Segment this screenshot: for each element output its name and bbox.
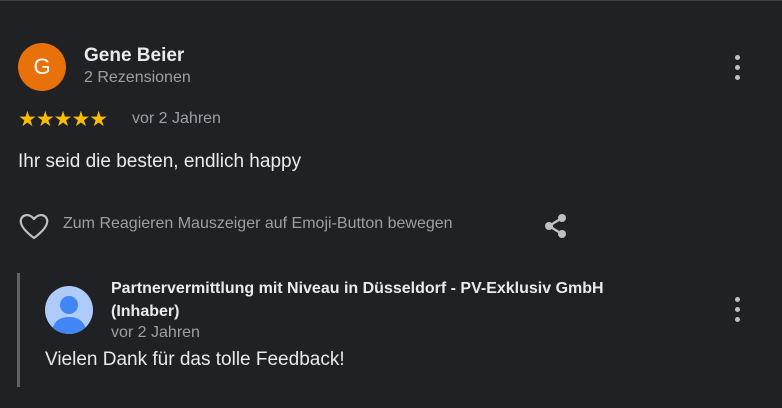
share-icon[interactable] bbox=[542, 212, 570, 240]
reviewer-name[interactable]: Gene Beier bbox=[84, 45, 184, 67]
owner-business-name: Partnervermittlung mit Niveau in Düsseld… bbox=[111, 280, 604, 297]
star-rating: ★★★★★ bbox=[18, 107, 108, 131]
reviewer-review-count: 2 Rezensionen bbox=[84, 69, 191, 86]
owner-reply-date: vor 2 Jahren bbox=[111, 324, 200, 341]
more-vert-icon bbox=[735, 55, 740, 60]
owner-reply-divider bbox=[17, 273, 20, 387]
person-icon bbox=[51, 296, 87, 334]
owner-role: (Inhaber) bbox=[111, 303, 180, 320]
review-date: vor 2 Jahren bbox=[132, 110, 221, 127]
heart-icon[interactable] bbox=[18, 211, 50, 241]
owner-avatar bbox=[45, 286, 93, 334]
review-card: G Gene Beier 2 Rezensionen ★★★★★ vor 2 J… bbox=[0, 0, 782, 408]
review-more-options-button[interactable] bbox=[725, 53, 749, 83]
review-text: Ihr seid die besten, endlich happy bbox=[18, 151, 302, 172]
owner-reply-more-options-button[interactable] bbox=[725, 295, 749, 325]
reviewer-avatar[interactable]: G bbox=[18, 43, 66, 91]
react-hint-text: Zum Reagieren Mauszeiger auf Emoji-Butto… bbox=[63, 215, 453, 232]
owner-reply-text: Vielen Dank für das tolle Feedback! bbox=[45, 349, 345, 370]
more-vert-icon bbox=[735, 297, 740, 302]
owner-name: Partnervermittlung mit Niveau in Düsseld… bbox=[111, 277, 671, 323]
